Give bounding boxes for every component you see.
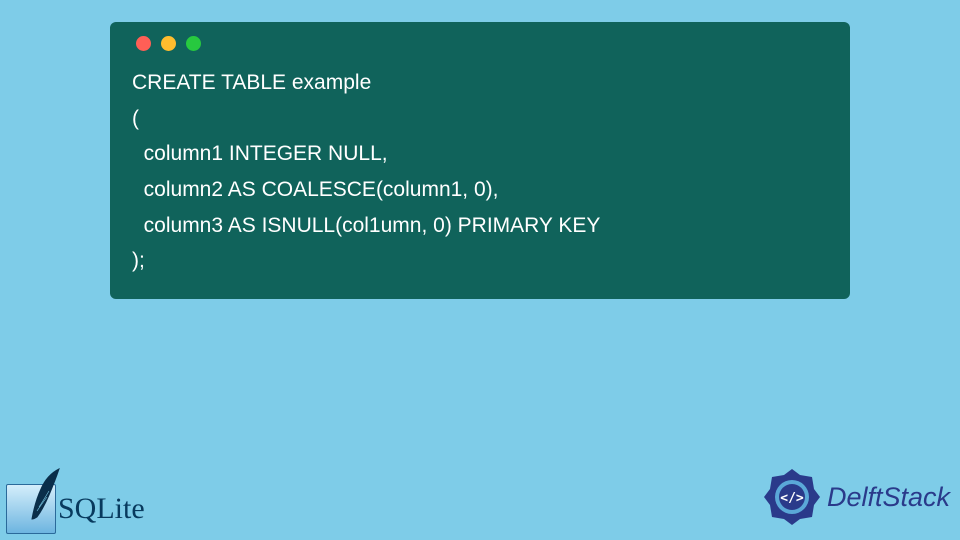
sqlite-text: SQLite bbox=[58, 492, 145, 526]
sqlite-logo: SQLite bbox=[6, 484, 145, 534]
window-controls bbox=[132, 36, 828, 51]
close-icon bbox=[136, 36, 151, 51]
code-window: CREATE TABLE example ( column1 INTEGER N… bbox=[110, 22, 850, 299]
feather-icon bbox=[27, 467, 65, 525]
delftstack-badge-icon: </> bbox=[761, 466, 823, 528]
code-line: ); bbox=[132, 249, 145, 272]
delftstack-text: DelftStack bbox=[827, 482, 950, 513]
code-line: ( bbox=[132, 107, 139, 130]
code-line: column2 AS COALESCE(column1, 0), bbox=[132, 178, 499, 201]
svg-text:</>: </> bbox=[780, 491, 804, 506]
code-block: CREATE TABLE example ( column1 INTEGER N… bbox=[132, 65, 828, 279]
code-line: column3 AS ISNULL(col1umn, 0) PRIMARY KE… bbox=[132, 214, 600, 237]
code-line: column1 INTEGER NULL, bbox=[132, 142, 388, 165]
delftstack-logo: </> DelftStack bbox=[761, 466, 950, 528]
minimize-icon bbox=[161, 36, 176, 51]
maximize-icon bbox=[186, 36, 201, 51]
sqlite-square-icon bbox=[6, 484, 56, 534]
code-line: CREATE TABLE example bbox=[132, 71, 371, 94]
